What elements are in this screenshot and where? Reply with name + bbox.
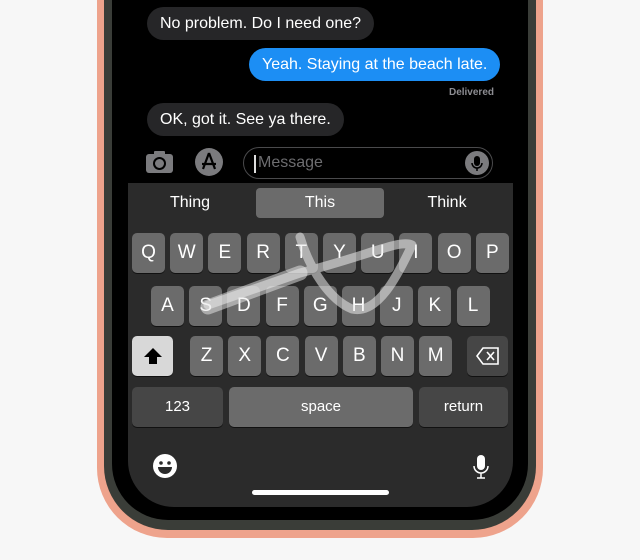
numbers-key[interactable]: 123 [132, 387, 223, 427]
emoji-icon[interactable] [152, 453, 178, 479]
key-r[interactable]: R [246, 233, 280, 273]
key-j[interactable]: J [380, 286, 414, 326]
key-h[interactable]: H [342, 286, 375, 326]
key-w[interactable]: W [170, 233, 204, 273]
message-input[interactable]: Message [243, 147, 493, 179]
shift-icon [143, 348, 162, 364]
key-p[interactable]: P [475, 233, 509, 273]
key-e[interactable]: E [208, 233, 242, 273]
key-u[interactable]: U [361, 233, 395, 273]
key-q[interactable]: Q [132, 233, 165, 273]
key-y[interactable]: Y [323, 233, 356, 273]
delivered-status: Delivered [448, 87, 494, 98]
key-a[interactable]: A [151, 286, 184, 326]
message-incoming: No problem. Do I need one? [147, 7, 375, 40]
message-placeholder: Message [258, 154, 323, 171]
key-v[interactable]: V [304, 336, 338, 376]
key-m[interactable]: M [419, 336, 453, 376]
key-l[interactable]: L [456, 286, 490, 326]
microphone-icon[interactable] [465, 151, 489, 175]
key-g[interactable]: G [303, 286, 337, 326]
key-s[interactable]: S [189, 286, 223, 326]
suggestion-this[interactable]: This [256, 188, 384, 218]
key-i[interactable]: I [399, 233, 433, 273]
message-incoming: OK, got it. See ya there. [147, 103, 344, 136]
key-n[interactable]: N [381, 336, 414, 376]
key-z[interactable]: Z [190, 336, 223, 376]
key-o[interactable]: O [437, 233, 471, 273]
message-outgoing: Yeah. Staying at the beach late. [249, 48, 501, 81]
suggestion-thing[interactable]: Thing [126, 188, 254, 218]
key-t[interactable]: T [284, 233, 318, 273]
dictation-icon[interactable] [472, 454, 490, 480]
text-cursor [254, 155, 256, 173]
delete-key[interactable] [467, 336, 508, 376]
key-c[interactable]: C [266, 336, 300, 376]
suggestion-think[interactable]: Think [383, 188, 511, 218]
home-indicator[interactable] [252, 490, 389, 495]
key-x[interactable]: X [228, 336, 262, 376]
space-key[interactable]: space [229, 387, 413, 427]
app-store-icon[interactable] [194, 147, 226, 177]
shift-key[interactable] [132, 336, 173, 376]
key-f[interactable]: F [265, 286, 299, 326]
key-b[interactable]: B [342, 336, 376, 376]
key-k[interactable]: K [418, 286, 452, 326]
delete-icon [475, 347, 499, 365]
camera-icon[interactable] [145, 150, 175, 174]
key-d[interactable]: D [227, 286, 261, 326]
return-key[interactable]: return [419, 387, 508, 427]
